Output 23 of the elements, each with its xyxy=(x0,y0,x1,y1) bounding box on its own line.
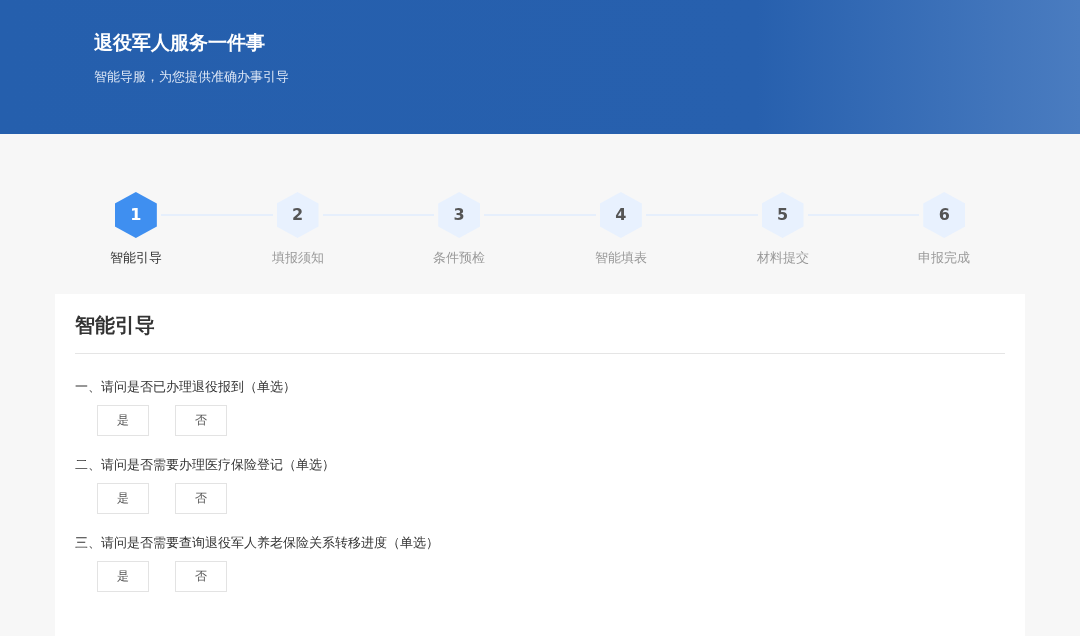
question-text: 二、请问是否需要办理医疗保险登记（单选） xyxy=(75,455,336,474)
question-text: 一、请问是否已办理退役报到（单选） xyxy=(75,377,297,396)
step-label: 填报须知 xyxy=(271,249,324,267)
answer-option[interactable]: 否 xyxy=(175,560,227,592)
answer-option[interactable]: 是 xyxy=(97,404,149,436)
answer-option[interactable]: 否 xyxy=(175,482,227,514)
step-label: 智能填表 xyxy=(594,249,647,267)
page-title: 退役军人服务一件事 xyxy=(94,30,266,55)
step-label: 智能引导 xyxy=(109,249,162,267)
answer-option[interactable]: 是 xyxy=(97,482,149,514)
panel-title: 智能引导 xyxy=(75,311,156,339)
step-label: 申报完成 xyxy=(918,249,971,267)
page-subtitle: 智能导服，为您提供准确办事引导 xyxy=(94,68,290,86)
step-label: 材料提交 xyxy=(756,249,809,267)
step-label: 条件预检 xyxy=(433,249,486,267)
step-badge[interactable]: 2 xyxy=(276,192,319,238)
step-badge[interactable]: 4 xyxy=(599,192,642,238)
question-text: 三、请问是否需要查询退役军人养老保险关系转移进度（单选） xyxy=(75,533,440,552)
answer-option[interactable]: 否 xyxy=(175,404,227,436)
step-badge[interactable]: 3 xyxy=(438,192,481,238)
step-badge[interactable]: 6 xyxy=(923,192,966,238)
step-badge[interactable]: 5 xyxy=(761,192,804,238)
answer-option[interactable]: 是 xyxy=(97,560,149,592)
